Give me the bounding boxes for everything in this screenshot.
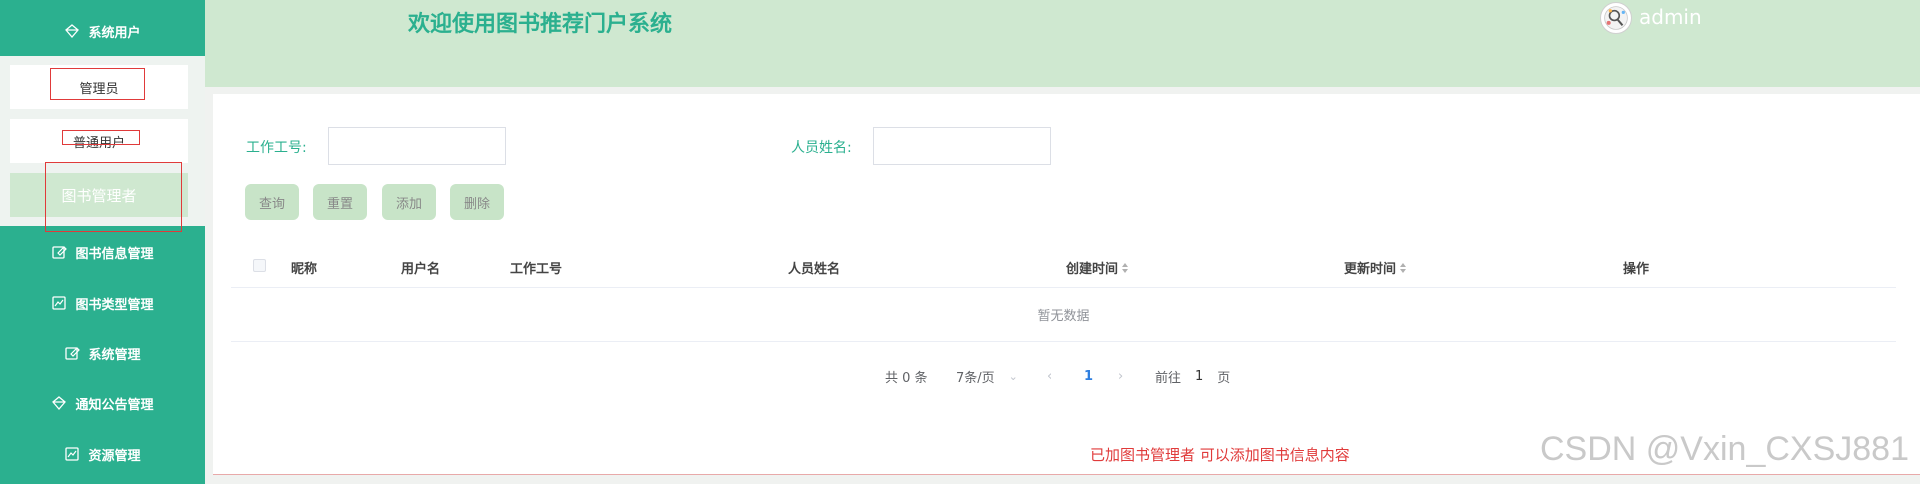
- query-button[interactable]: 查询: [245, 184, 299, 220]
- goto-prefix: 前往: [1155, 370, 1182, 386]
- select-all-checkbox[interactable]: [253, 259, 266, 272]
- sidebar-item-label: 资源管理: [88, 448, 141, 464]
- delete-button[interactable]: 删除: [450, 184, 504, 220]
- empty-text: 暂无数据: [1037, 309, 1090, 324]
- pagination-goto: 前往 1 页: [1155, 362, 1230, 390]
- annotation-note: 已加图书管理者 可以添加图书信息内容: [1090, 446, 1350, 464]
- sidebar-subitem-admin[interactable]: 管理员: [10, 65, 188, 109]
- chevron-left-icon: ‹: [1047, 368, 1053, 384]
- sidebar-item-resources[interactable]: 资源管理: [0, 429, 205, 479]
- reset-button[interactable]: 重置: [313, 184, 367, 220]
- column-work-id: 工作工号: [510, 262, 563, 277]
- sidebar-item-book-type[interactable]: 图书类型管理: [0, 278, 205, 328]
- column-label: 更新时间: [1344, 262, 1397, 277]
- table-header: 昵称 用户名 工作工号 人员姓名 创建时间 更新时间 操作: [231, 244, 1896, 288]
- page-number-current[interactable]: 1: [1084, 362, 1093, 390]
- sidebar-subitem-label: 普通用户: [72, 135, 125, 151]
- column-created-time[interactable]: 创建时间: [1066, 258, 1129, 277]
- add-button[interactable]: 添加: [382, 184, 436, 220]
- diamond-icon: [64, 23, 80, 39]
- watermark: CSDN @Vxin_CXSJ881: [1540, 430, 1909, 468]
- work-id-label: 工作工号:: [246, 140, 307, 156]
- submenu-system-users: 管理员 普通用户 图书管理者: [0, 56, 205, 226]
- sidebar-item-system-users[interactable]: 系统用户: [0, 6, 205, 56]
- column-updated-time[interactable]: 更新时间: [1344, 258, 1407, 277]
- work-id-input[interactable]: [328, 127, 506, 165]
- chart-icon: [51, 295, 67, 311]
- diamond-icon: [51, 395, 67, 411]
- sort-icon[interactable]: [1122, 262, 1129, 273]
- sort-icon[interactable]: [1400, 262, 1407, 273]
- prev-page-button[interactable]: ‹: [1047, 362, 1052, 390]
- empty-row: 暂无数据: [231, 288, 1896, 342]
- goto-page-input[interactable]: 1: [1195, 369, 1203, 384]
- page-title: 欢迎使用图书推荐门户系统: [408, 12, 673, 37]
- sidebar-item-label: 图书信息管理: [75, 246, 154, 262]
- avatar[interactable]: [1600, 2, 1632, 34]
- goto-suffix: 页: [1217, 370, 1231, 386]
- column-nickname: 昵称: [291, 262, 318, 277]
- sidebar-subitem-label: 管理员: [79, 81, 119, 97]
- page-size-select[interactable]: 7条/页 ⌄: [956, 362, 1018, 390]
- column-username: 用户名: [401, 262, 441, 277]
- sidebar-item-label: 系统管理: [88, 347, 141, 363]
- header: 欢迎使用图书推荐门户系统 admin: [205, 0, 1920, 87]
- edit-icon: [64, 345, 81, 361]
- person-name-label: 人员姓名:: [791, 140, 852, 156]
- main-card: 工作工号: 人员姓名: 查询 重置 添加 删除 昵称 用户名 工作工号 人员姓名…: [213, 94, 1920, 474]
- chevron-right-icon: ›: [1118, 368, 1124, 384]
- chart-icon: [64, 446, 80, 462]
- sidebar-item-system-management[interactable]: 系统管理: [0, 328, 205, 378]
- sidebar-item-book-info[interactable]: 图书信息管理: [0, 227, 205, 277]
- next-page-button[interactable]: ›: [1118, 362, 1123, 390]
- person-name-input[interactable]: [873, 127, 1051, 165]
- sidebar: 系统用户 管理员 普通用户 图书管理者 图书信息管理 图书类型管理 系统管理 通…: [0, 0, 205, 484]
- sidebar-item-label: 通知公告管理: [75, 397, 154, 413]
- column-actions: 操作: [1623, 262, 1650, 277]
- column-label: 创建时间: [1066, 262, 1119, 277]
- edit-icon: [51, 244, 68, 260]
- pagination-total: 共 0 条: [885, 370, 928, 386]
- page-size-value: 7条/页: [956, 370, 995, 386]
- column-person-name: 人员姓名: [788, 262, 841, 277]
- chevron-down-icon: ⌄: [1008, 369, 1018, 383]
- divider: [213, 474, 1920, 475]
- sidebar-subitem-book-manager[interactable]: 图书管理者: [10, 173, 188, 217]
- sidebar-item-label: 系统用户: [88, 25, 141, 41]
- username[interactable]: admin: [1639, 5, 1702, 29]
- avatar-icon: [1604, 6, 1628, 30]
- sidebar-subitem-label: 图书管理者: [61, 186, 137, 205]
- sidebar-item-notices[interactable]: 通知公告管理: [0, 378, 205, 428]
- sidebar-item-label: 图书类型管理: [75, 297, 154, 313]
- sidebar-subitem-regular-user[interactable]: 普通用户: [10, 119, 188, 163]
